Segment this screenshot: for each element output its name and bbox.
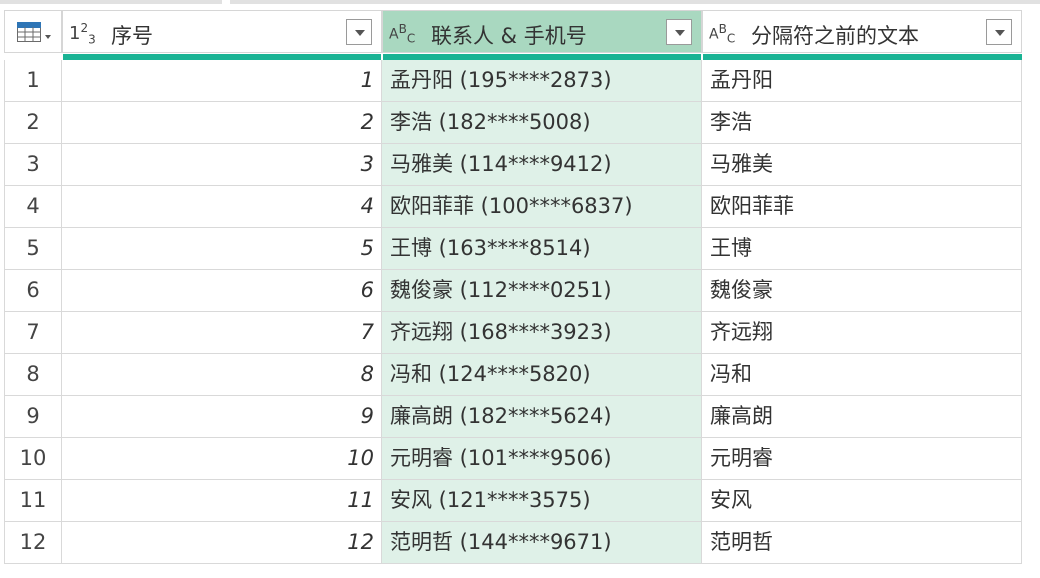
column-header-label: 分隔符之前的文本 (751, 24, 919, 48)
cell-text-before-delimiter[interactable]: 范明哲 (702, 522, 1022, 564)
cell-contact[interactable]: 范明哲 (144****9671) (382, 522, 702, 564)
cell-text-before-delimiter[interactable]: 王博 (702, 228, 1022, 270)
cell-seq[interactable]: 12 (62, 522, 382, 564)
data-preview-grid: 123 序号 ABC 联系人 & 手机号 ABC 分隔符之前的文本 1 1 孟丹… (4, 10, 1022, 564)
table-row: 2 2 李浩 (182****5008) 李浩 (4, 102, 1022, 144)
table-row: 10 10 元明睿 (101****9506) 元明睿 (4, 438, 1022, 480)
cell-text-before-delimiter[interactable]: 冯和 (702, 354, 1022, 396)
column-header-contact[interactable]: ABC 联系人 & 手机号 (382, 10, 702, 53)
chevron-down-icon (45, 35, 51, 39)
row-number[interactable]: 12 (4, 522, 62, 564)
column-quality-bar (62, 53, 1022, 60)
cell-seq[interactable]: 2 (62, 102, 382, 144)
cell-contact[interactable]: 魏俊豪 (112****0251) (382, 270, 702, 312)
row-number[interactable]: 8 (4, 354, 62, 396)
header-row: 123 序号 ABC 联系人 & 手机号 ABC 分隔符之前的文本 (4, 10, 1022, 53)
row-number[interactable]: 7 (4, 312, 62, 354)
number-type-icon[interactable]: 123 (69, 21, 96, 47)
cell-contact[interactable]: 安风 (121****3575) (382, 480, 702, 522)
row-number[interactable]: 5 (4, 228, 62, 270)
row-number[interactable]: 9 (4, 396, 62, 438)
table-row: 12 12 范明哲 (144****9671) 范明哲 (4, 522, 1022, 564)
column-filter-dropdown[interactable] (986, 19, 1012, 45)
cell-text-before-delimiter[interactable]: 孟丹阳 (702, 60, 1022, 102)
column-filter-dropdown[interactable] (666, 19, 692, 45)
cell-text-before-delimiter[interactable]: 马雅美 (702, 144, 1022, 186)
cell-contact[interactable]: 李浩 (182****5008) (382, 102, 702, 144)
cell-seq[interactable]: 6 (62, 270, 382, 312)
cell-contact[interactable]: 廉高朗 (182****5624) (382, 396, 702, 438)
cell-contact[interactable]: 齐远翔 (168****3923) (382, 312, 702, 354)
column-header-label: 联系人 & 手机号 (431, 24, 587, 48)
text-type-icon[interactable]: ABC (389, 22, 415, 45)
cell-contact[interactable]: 欧阳菲菲 (100****6837) (382, 186, 702, 228)
column-filter-dropdown[interactable] (346, 19, 372, 45)
row-number[interactable]: 10 (4, 438, 62, 480)
top-divider-right (230, 0, 1040, 4)
column-header-text-before-delimiter[interactable]: ABC 分隔符之前的文本 (702, 10, 1022, 53)
cell-contact[interactable]: 元明睿 (101****9506) (382, 438, 702, 480)
table-row: 1 1 孟丹阳 (195****2873) 孟丹阳 (4, 60, 1022, 102)
cell-seq[interactable]: 5 (62, 228, 382, 270)
row-number[interactable]: 11 (4, 480, 62, 522)
table-icon (17, 22, 41, 42)
cell-text-before-delimiter[interactable]: 李浩 (702, 102, 1022, 144)
cell-seq[interactable]: 10 (62, 438, 382, 480)
text-type-icon[interactable]: ABC (709, 22, 735, 45)
cell-text-before-delimiter[interactable]: 欧阳菲菲 (702, 186, 1022, 228)
table-row: 9 9 廉高朗 (182****5624) 廉高朗 (4, 396, 1022, 438)
cell-seq[interactable]: 4 (62, 186, 382, 228)
cell-contact[interactable]: 孟丹阳 (195****2873) (382, 60, 702, 102)
cell-contact[interactable]: 王博 (163****8514) (382, 228, 702, 270)
top-divider (0, 0, 1040, 4)
cell-text-before-delimiter[interactable]: 齐远翔 (702, 312, 1022, 354)
cell-contact[interactable]: 冯和 (124****5820) (382, 354, 702, 396)
cell-seq[interactable]: 11 (62, 480, 382, 522)
row-number[interactable]: 1 (4, 60, 62, 102)
column-header-seq[interactable]: 123 序号 (62, 10, 382, 53)
table-row: 6 6 魏俊豪 (112****0251) 魏俊豪 (4, 270, 1022, 312)
table-body: 1 1 孟丹阳 (195****2873) 孟丹阳 2 2 李浩 (182***… (4, 60, 1022, 564)
row-number[interactable]: 2 (4, 102, 62, 144)
table-row: 5 5 王博 (163****8514) 王博 (4, 228, 1022, 270)
cell-text-before-delimiter[interactable]: 元明睿 (702, 438, 1022, 480)
cell-text-before-delimiter[interactable]: 安风 (702, 480, 1022, 522)
table-menu-button[interactable] (4, 10, 62, 53)
cell-seq[interactable]: 3 (62, 144, 382, 186)
row-number[interactable]: 3 (4, 144, 62, 186)
table-row: 11 11 安风 (121****3575) 安风 (4, 480, 1022, 522)
cell-seq[interactable]: 9 (62, 396, 382, 438)
cell-contact[interactable]: 马雅美 (114****9412) (382, 144, 702, 186)
cell-seq[interactable]: 8 (62, 354, 382, 396)
cell-seq[interactable]: 7 (62, 312, 382, 354)
row-number[interactable]: 6 (4, 270, 62, 312)
row-number[interactable]: 4 (4, 186, 62, 228)
table-row: 8 8 冯和 (124****5820) 冯和 (4, 354, 1022, 396)
cell-seq[interactable]: 1 (62, 60, 382, 102)
table-row: 4 4 欧阳菲菲 (100****6837) 欧阳菲菲 (4, 186, 1022, 228)
table-row: 7 7 齐远翔 (168****3923) 齐远翔 (4, 312, 1022, 354)
column-header-label: 序号 (111, 24, 153, 48)
top-divider-left (0, 0, 222, 4)
cell-text-before-delimiter[interactable]: 魏俊豪 (702, 270, 1022, 312)
cell-text-before-delimiter[interactable]: 廉高朗 (702, 396, 1022, 438)
table-row: 3 3 马雅美 (114****9412) 马雅美 (4, 144, 1022, 186)
